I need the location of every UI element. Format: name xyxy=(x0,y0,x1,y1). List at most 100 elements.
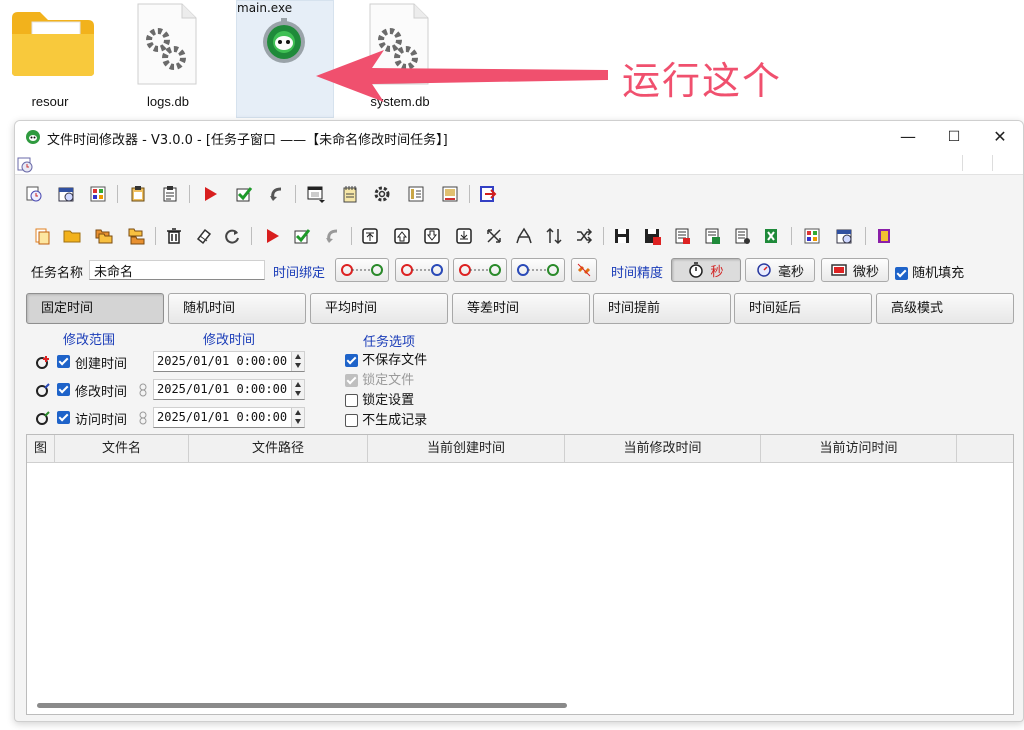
speedometer-icon xyxy=(757,263,771,277)
save-icon[interactable] xyxy=(613,227,631,245)
help-book-icon[interactable] xyxy=(875,227,893,245)
desktop-file-logs[interactable]: logs.db xyxy=(120,0,216,118)
refresh-icon[interactable] xyxy=(223,227,241,245)
option-no-record-check[interactable] xyxy=(345,414,358,427)
move-up-icon[interactable] xyxy=(393,227,411,245)
maximize-button[interactable]: ☐ xyxy=(931,121,977,153)
report-icon[interactable] xyxy=(733,227,751,245)
col-icon[interactable]: 图 xyxy=(27,435,55,463)
tab-time-delay[interactable]: 时间延后 xyxy=(734,293,872,324)
random-fill-checkbox[interactable]: 随机填充 xyxy=(895,262,964,281)
col-modify-time[interactable]: 当前修改时间 xyxy=(565,435,761,463)
notes-icon[interactable] xyxy=(341,185,359,203)
desktop-file-resour[interactable]: resour xyxy=(4,0,100,118)
save-as-icon[interactable] xyxy=(643,227,661,245)
horizontal-scrollbar[interactable] xyxy=(37,703,567,708)
option-no-record-label: 不生成记录 xyxy=(362,413,428,428)
option-no-save-check[interactable] xyxy=(345,354,358,367)
document-icon[interactable] xyxy=(407,185,425,203)
move-top-icon[interactable] xyxy=(361,227,379,245)
new-task-icon[interactable] xyxy=(25,185,43,203)
chain-link-icon[interactable] xyxy=(139,383,147,397)
create-time-spinner[interactable] xyxy=(291,352,304,371)
delete-icon[interactable] xyxy=(165,227,183,245)
clear-icon[interactable] xyxy=(195,227,213,245)
precision-microsecond-button[interactable]: 微秒 xyxy=(821,258,889,282)
modify-time-checkbox[interactable] xyxy=(57,383,70,396)
bind-create-access-button[interactable] xyxy=(453,258,507,282)
access-time-checkbox[interactable] xyxy=(57,411,70,424)
paste-icon[interactable] xyxy=(161,185,179,203)
bind-all-button[interactable] xyxy=(511,258,565,282)
check-icon[interactable] xyxy=(235,185,253,203)
desktop: resour logs.db main.exe system.db 运行这个 xyxy=(0,0,1024,118)
precision-second-label: 秒 xyxy=(710,264,724,280)
tab-time-advance[interactable]: 时间提前 xyxy=(593,293,731,324)
expand-icon[interactable] xyxy=(485,227,503,245)
export-excel-icon[interactable] xyxy=(703,227,721,245)
modify-time-spinner[interactable] xyxy=(291,380,304,399)
broken-link-icon xyxy=(577,263,591,277)
sort-tree-icon[interactable] xyxy=(515,227,533,245)
image-icon[interactable] xyxy=(441,185,459,203)
option-lock-file-label: 锁定文件 xyxy=(362,373,415,388)
col-access-time[interactable]: 当前访问时间 xyxy=(761,435,957,463)
modify-time-picker[interactable]: 2025/01/01 0:00:00 xyxy=(153,379,305,400)
add-files-icon[interactable] xyxy=(33,227,51,245)
option-lock-settings-check[interactable] xyxy=(345,394,358,407)
shuffle-icon[interactable] xyxy=(575,227,593,245)
open-folder-icon[interactable] xyxy=(63,227,81,245)
tab-arithmetic-time[interactable]: 等差时间 xyxy=(452,293,590,324)
task-name-label: 任务名称 xyxy=(31,266,84,281)
tab-fixed-time[interactable]: 固定时间 xyxy=(26,293,164,324)
tab-random-time[interactable]: 随机时间 xyxy=(168,293,306,324)
run-play-icon[interactable] xyxy=(263,227,281,245)
option-no-save[interactable]: 不保存文件 xyxy=(345,349,427,368)
gear-icon[interactable] xyxy=(373,185,391,203)
col-filepath[interactable]: 文件路径 xyxy=(189,435,368,463)
file-table[interactable]: 图 文件名 文件路径 当前创建时间 当前修改时间 当前访问时间 xyxy=(26,434,1014,715)
col-create-time[interactable]: 当前创建时间 xyxy=(368,435,565,463)
tab-advanced-mode[interactable]: 高级模式 xyxy=(876,293,1014,324)
folder-tree-icon[interactable] xyxy=(127,227,145,245)
calendar-icon[interactable] xyxy=(835,227,853,245)
access-time-spinner[interactable] xyxy=(291,408,304,427)
col-filename[interactable]: 文件名 xyxy=(55,435,189,463)
title-bar[interactable]: 文件时间修改器 - V3.0.0 - [任务子窗口 ——【未命名修改时间任务】]… xyxy=(15,121,1023,153)
check-icon[interactable] xyxy=(293,227,311,245)
create-time-checkbox[interactable] xyxy=(57,355,70,368)
bind-create-modify-button[interactable] xyxy=(335,258,389,282)
tab-average-time[interactable]: 平均时间 xyxy=(310,293,448,324)
move-down-icon[interactable] xyxy=(423,227,441,245)
undo-icon[interactable] xyxy=(323,227,341,245)
task-window-icon[interactable] xyxy=(17,157,33,173)
option-no-record[interactable]: 不生成记录 xyxy=(345,409,427,428)
unbind-button[interactable] xyxy=(571,258,597,282)
move-bottom-icon[interactable] xyxy=(455,227,473,245)
bind-modify-access-button[interactable] xyxy=(395,258,449,282)
create-time-value: 2025/01/01 0:00:00 xyxy=(157,354,288,368)
exit-icon[interactable] xyxy=(479,185,497,203)
option-lock-settings[interactable]: 锁定设置 xyxy=(345,389,414,408)
access-time-picker[interactable]: 2025/01/01 0:00:00 xyxy=(153,407,305,428)
precision-second-button[interactable]: 秒 xyxy=(671,258,741,282)
calendar-icon[interactable] xyxy=(57,185,75,203)
folders-icon[interactable] xyxy=(95,227,113,245)
window-menu-icon[interactable] xyxy=(307,185,325,203)
sort-icon[interactable] xyxy=(545,227,563,245)
precision-millisecond-button[interactable]: 毫秒 xyxy=(745,258,815,282)
option-lock-file-check xyxy=(345,374,358,387)
task-name-input[interactable] xyxy=(89,260,265,280)
export-list-icon[interactable] xyxy=(673,227,691,245)
random-fill-check[interactable] xyxy=(895,267,908,280)
close-button[interactable]: ✕ xyxy=(977,121,1023,153)
excel-icon[interactable] xyxy=(763,227,781,245)
grid-apps-icon[interactable] xyxy=(89,185,107,203)
run-play-icon[interactable] xyxy=(201,185,219,203)
minimize-button[interactable]: — xyxy=(885,121,931,153)
create-time-picker[interactable]: 2025/01/01 0:00:00 xyxy=(153,351,305,372)
grid-apps-icon[interactable] xyxy=(803,227,821,245)
undo-icon[interactable] xyxy=(267,185,285,203)
clipboard-icon[interactable] xyxy=(129,185,147,203)
chain-link-icon[interactable] xyxy=(139,411,147,425)
